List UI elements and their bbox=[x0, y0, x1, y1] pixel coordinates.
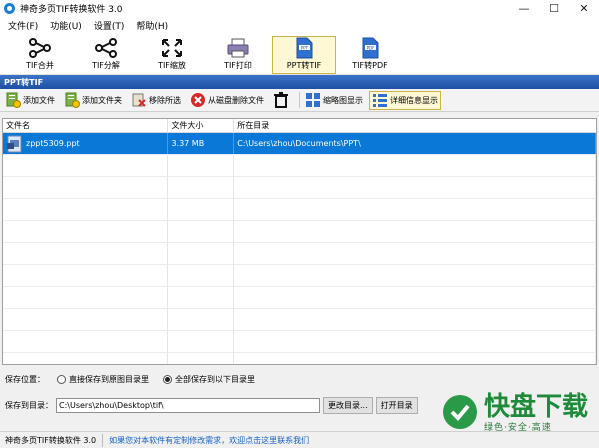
thumbnail-view-button[interactable]: 缩略图显示 bbox=[302, 91, 366, 110]
section-title: PPT转TIF bbox=[0, 75, 599, 89]
empty-row bbox=[3, 177, 596, 199]
tool-label: TIF打印 bbox=[224, 61, 252, 70]
ppt-file-icon bbox=[7, 135, 22, 152]
delete-from-disk-button[interactable]: 从磁盘删除文件 bbox=[187, 91, 267, 110]
thumbnail-icon bbox=[306, 93, 320, 107]
menu-bar: 文件(F) 功能(U) 设置(T) 帮助(H) bbox=[0, 17, 599, 33]
column-header-size[interactable]: 文件大小 bbox=[168, 119, 235, 132]
file-directory: C:\Users\zhou\Documents\PPT\ bbox=[234, 133, 596, 154]
remove-selected-button[interactable]: 移除所选 bbox=[128, 91, 184, 110]
save-dir-label: 保存到目录： bbox=[5, 400, 53, 410]
thumbnail-view-label: 缩略图显示 bbox=[323, 95, 363, 105]
file-row[interactable]: zppt5309.ppt 3.37 MB C:\Users\zhou\Docum… bbox=[3, 133, 596, 155]
detail-view-label: 详细信息显示 bbox=[390, 95, 438, 105]
tool-label: PPT转TIF bbox=[286, 61, 322, 70]
menu-settings[interactable]: 设置(T) bbox=[88, 19, 131, 32]
add-folder-icon bbox=[65, 92, 80, 108]
minimize-button[interactable]: — bbox=[509, 0, 539, 17]
main-toolbar: TIF合并 TIF分解 TIF缩放 TIF打印 PPT PPT转TIF PDF … bbox=[0, 33, 599, 75]
tool-label: TIF分解 bbox=[92, 61, 120, 70]
save-to-original-option[interactable]: 直接保存到原图目录里 bbox=[57, 374, 149, 385]
empty-row bbox=[3, 265, 596, 287]
option-original-label: 直接保存到原图目录里 bbox=[69, 374, 149, 384]
save-dir-input[interactable]: C:\Users\zhou\Desktop\tif\ bbox=[56, 397, 320, 413]
ppt-file-icon: PPT bbox=[296, 37, 313, 59]
radio-original[interactable] bbox=[57, 374, 66, 384]
file-list-header: 文件名 文件大小 所在目录 bbox=[3, 119, 596, 133]
add-folder-label: 添加文件夹 bbox=[82, 95, 122, 105]
status-app-name: 神奇多页TIF转换软件 3.0 bbox=[5, 435, 97, 445]
column-header-name[interactable]: 文件名 bbox=[3, 119, 169, 132]
column-header-directory[interactable]: 所在目录 bbox=[234, 119, 596, 132]
empty-row bbox=[3, 243, 596, 265]
maximize-button[interactable]: ☐ bbox=[539, 0, 569, 17]
menu-function[interactable]: 功能(U) bbox=[44, 19, 88, 32]
split-icon bbox=[95, 38, 117, 58]
option-folder-label: 全部保存到以下目录里 bbox=[175, 374, 255, 384]
tool-ppt-to-tif[interactable]: PPT PPT转TIF bbox=[272, 36, 336, 74]
add-file-label: 添加文件 bbox=[23, 95, 55, 105]
trash-icon bbox=[274, 92, 288, 108]
delete-icon bbox=[191, 93, 205, 107]
printer-icon bbox=[227, 38, 249, 58]
menu-file[interactable]: 文件(F) bbox=[2, 19, 44, 32]
add-file-icon bbox=[6, 92, 21, 108]
scale-icon bbox=[162, 39, 182, 57]
tool-tif-scale[interactable]: TIF缩放 bbox=[140, 36, 204, 74]
change-dir-button[interactable]: 更改目录... bbox=[323, 396, 373, 414]
empty-row bbox=[3, 331, 596, 353]
close-button[interactable]: ✕ bbox=[569, 0, 599, 17]
detail-view-button[interactable]: 详细信息显示 bbox=[369, 90, 441, 110]
tool-tif-print[interactable]: TIF打印 bbox=[206, 36, 270, 74]
file-list[interactable]: 文件名 文件大小 所在目录 zppt5309.ppt 3.37 MB C:\Us… bbox=[2, 118, 597, 365]
status-divider bbox=[102, 433, 104, 447]
file-name-cell: zppt5309.ppt bbox=[3, 133, 169, 154]
radio-folder[interactable] bbox=[163, 374, 172, 384]
action-bar: 添加文件 添加文件夹 移除所选 从磁盘删除文件 缩略图显示 详细信息显示 bbox=[0, 89, 599, 112]
save-options-panel: 保存位置： 直接保存到原图目录里 全部保存到以下目录里 保存到目录： C:\Us… bbox=[0, 365, 599, 417]
menu-help[interactable]: 帮助(H) bbox=[130, 19, 174, 32]
empty-row bbox=[3, 199, 596, 221]
add-file-button[interactable]: 添加文件 bbox=[2, 91, 58, 110]
save-dir-row: 保存到目录： C:\Users\zhou\Desktop\tif\ 更改目录..… bbox=[0, 393, 599, 417]
window-title: 神奇多页TIF转换软件 3.0 bbox=[20, 5, 123, 15]
empty-row bbox=[3, 221, 596, 243]
empty-row bbox=[3, 309, 596, 331]
tool-label: TIF转PDF bbox=[352, 61, 388, 70]
svg-text:PPT: PPT bbox=[301, 45, 309, 50]
save-to-folder-option[interactable]: 全部保存到以下目录里 bbox=[163, 374, 255, 385]
svg-text:PDF: PDF bbox=[367, 45, 375, 50]
file-size: 3.37 MB bbox=[168, 133, 235, 154]
empty-row bbox=[3, 287, 596, 309]
tool-tif-to-pdf[interactable]: PDF TIF转PDF bbox=[338, 36, 402, 74]
toolbar-divider bbox=[299, 92, 300, 108]
title-bar: 神奇多页TIF转换软件 3.0 — ☐ ✕ bbox=[0, 0, 599, 17]
add-folder-button[interactable]: 添加文件夹 bbox=[61, 91, 125, 110]
tool-tif-merge[interactable]: TIF合并 bbox=[8, 36, 72, 74]
open-dir-button[interactable]: 打开目录 bbox=[375, 396, 418, 414]
save-location-row: 保存位置： 直接保存到原图目录里 全部保存到以下目录里 bbox=[0, 365, 599, 393]
delete-from-disk-label: 从磁盘删除文件 bbox=[208, 95, 264, 105]
file-name: zppt5309.ppt bbox=[26, 138, 80, 148]
status-bar: 神奇多页TIF转换软件 3.0 如果您对本软件有定制修改需求，欢迎点击这里联系我… bbox=[0, 431, 599, 448]
remove-icon bbox=[132, 93, 146, 107]
trash-button[interactable] bbox=[270, 91, 294, 110]
app-icon bbox=[4, 3, 15, 14]
save-location-label: 保存位置： bbox=[5, 374, 45, 384]
detail-list-icon bbox=[373, 94, 387, 107]
contact-link[interactable]: 如果您对本软件有定制修改需求，欢迎点击这里联系我们 bbox=[109, 435, 309, 446]
tool-label: TIF合并 bbox=[26, 61, 54, 70]
merge-icon bbox=[29, 38, 51, 58]
empty-row bbox=[3, 353, 596, 364]
tool-label: TIF缩放 bbox=[158, 61, 186, 70]
tool-tif-split[interactable]: TIF分解 bbox=[74, 36, 138, 74]
remove-selected-label: 移除所选 bbox=[149, 95, 181, 105]
pdf-file-icon: PDF bbox=[362, 37, 379, 59]
empty-row bbox=[3, 155, 596, 177]
